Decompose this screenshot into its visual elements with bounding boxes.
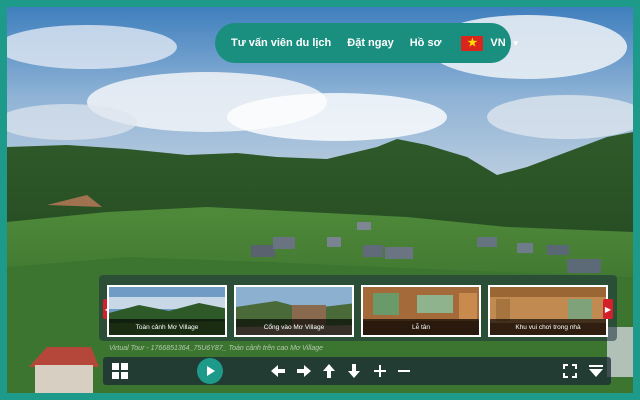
thumbnail-caption: Cổng vào Mơ Village <box>236 319 352 335</box>
arrow-up-icon <box>323 364 335 378</box>
pan-up-button[interactable] <box>318 357 340 385</box>
pan-down-button[interactable] <box>343 357 365 385</box>
hide-controls-button[interactable] <box>585 357 607 385</box>
zoom-in-button[interactable] <box>369 357 391 385</box>
pan-left-button[interactable] <box>267 357 289 385</box>
play-icon <box>207 366 215 376</box>
hide-controls-icon <box>589 365 603 377</box>
thumbnail-caption: Lễ tân <box>363 319 479 335</box>
virtual-tour-viewer[interactable]: Tư vấn viên du lịch Đặt ngay Hồ sơ ★ VN … <box>0 0 640 400</box>
autoplay-button[interactable] <box>197 358 223 384</box>
thumbnail-reception[interactable]: Lễ tân <box>361 285 481 337</box>
arrow-right-icon <box>297 365 311 377</box>
zoom-out-button[interactable] <box>393 357 415 385</box>
thumbnail-indoor-play-area[interactable]: Khu vui chơi trong nhà <box>488 285 608 337</box>
thumbnail-caption: Toàn cảnh Mơ Village <box>109 319 225 335</box>
grid-icon <box>112 363 128 379</box>
nav-profile-link[interactable]: Hồ sơ <box>410 37 442 49</box>
nav-travel-consultant-link[interactable]: Tư vấn viên du lịch <box>231 37 331 49</box>
fullscreen-button[interactable] <box>559 357 581 385</box>
arrow-down-icon <box>348 364 360 378</box>
viewer-control-bar <box>103 357 611 385</box>
scene-thumbnail-strip: ◀ Toàn cảnh Mơ Village Cổng vào Mơ Villa… <box>99 275 617 341</box>
language-code: VN <box>490 37 506 49</box>
thumbnail-overview[interactable]: Toàn cảnh Mơ Village <box>107 285 227 337</box>
zoom-in-icon <box>374 365 386 377</box>
vietnam-flag-icon: ★ <box>461 35 484 51</box>
tour-info-text: Virtual Tour - 1766851364_75U6Y87_ Toàn … <box>109 345 323 352</box>
thumbnails-toggle-button[interactable] <box>109 357 131 385</box>
thumbnail-entrance[interactable]: Cổng vào Mơ Village <box>234 285 354 337</box>
thumbnail-caption: Khu vui chơi trong nhà <box>490 319 606 335</box>
zoom-out-icon <box>398 370 410 372</box>
top-navigation-bar: Tư vấn viên du lịch Đặt ngay Hồ sơ ★ VN … <box>215 23 520 63</box>
nav-book-now-link[interactable]: Đặt ngay <box>347 37 393 49</box>
chevron-right-icon: ▶ <box>604 304 612 314</box>
thumbnails-next-button[interactable]: ▶ <box>603 299 613 319</box>
chevron-down-icon: ▼ <box>511 38 520 48</box>
pan-right-button[interactable] <box>293 357 315 385</box>
fullscreen-icon <box>563 364 577 378</box>
language-selector[interactable]: ★ VN ▼ <box>461 35 520 51</box>
arrow-left-icon <box>271 365 285 377</box>
